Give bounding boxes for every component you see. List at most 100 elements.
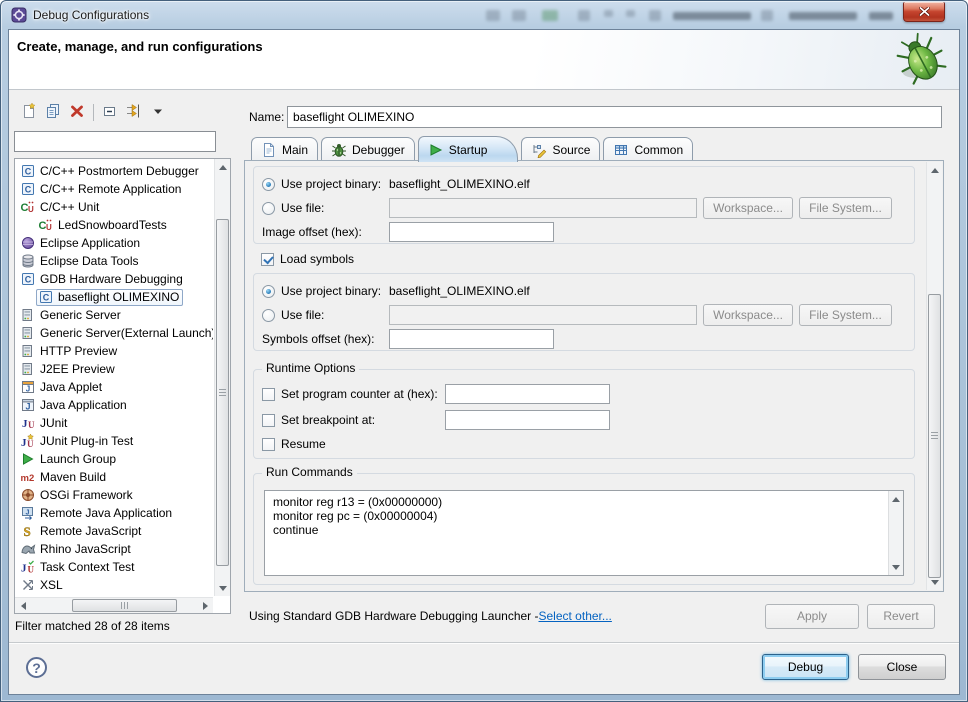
tree-item[interactable]: C C/C++ Postmortem Debugger xyxy=(15,162,213,180)
scroll-up-icon[interactable] xyxy=(888,491,904,507)
tab-startup[interactable]: Startup xyxy=(418,136,519,162)
collapse-all-button[interactable] xyxy=(98,101,122,123)
scroll-up-icon[interactable] xyxy=(215,159,231,175)
tab-label: Startup xyxy=(449,143,488,157)
tree-item[interactable]: JJava Application xyxy=(15,396,213,414)
scroll-right-icon[interactable] xyxy=(197,598,213,614)
runtime-options-group: Runtime Options Set program counter at (… xyxy=(253,369,915,459)
c-app-icon: C xyxy=(38,289,54,305)
tab-main[interactable]: Main xyxy=(251,137,318,161)
c-app-icon: C xyxy=(20,163,36,179)
set-program-counter-input[interactable] xyxy=(445,384,610,404)
tree-item[interactable]: Cbaseflight OLIMEXINO xyxy=(15,288,213,306)
tab-source[interactable]: Source xyxy=(521,137,600,161)
data-tools-icon xyxy=(20,253,36,269)
scroll-up-icon[interactable] xyxy=(927,162,943,178)
tree-item-label: C/C++ Postmortem Debugger xyxy=(40,164,199,178)
apply-button[interactable]: Apply xyxy=(765,604,859,629)
tree-item[interactable]: J2EE Preview xyxy=(15,360,213,378)
close-window-button[interactable] xyxy=(903,2,945,22)
tree-item[interactable]: Rhino JavaScript xyxy=(15,540,213,558)
file-system-button[interactable]: File System... xyxy=(799,197,892,219)
duplicate-configuration-button[interactable] xyxy=(41,101,65,123)
tree-item-label: JUnit Plug-in Test xyxy=(40,434,133,448)
load-symbols-row: Load symbols xyxy=(261,249,903,269)
tree-item[interactable]: Launch Group xyxy=(15,450,213,468)
symbols-use-project-binary-radio[interactable] xyxy=(262,285,275,298)
scrollbar-thumb[interactable] xyxy=(928,294,941,578)
tree-item[interactable]: OSGi Framework xyxy=(15,486,213,504)
set-breakpoint-input[interactable] xyxy=(445,410,610,430)
tab-common-icon xyxy=(613,142,629,158)
tree-item[interactable]: SRemote JavaScript xyxy=(15,522,213,540)
filter-input[interactable] xyxy=(14,131,216,152)
symbols-workspace-button[interactable]: Workspace... xyxy=(703,304,793,326)
symbols-offset-input[interactable] xyxy=(389,329,554,349)
tree-item[interactable]: JRemote Java Application xyxy=(15,504,213,522)
scroll-down-icon[interactable] xyxy=(927,574,943,590)
content-vertical-scrollbar[interactable] xyxy=(926,162,942,590)
run-commands-text[interactable]: monitor reg r13 = (0x00000000) monitor r… xyxy=(265,491,887,575)
delete-configuration-button[interactable] xyxy=(65,101,89,123)
applet-icon: J xyxy=(20,379,36,395)
set-breakpoint-label: Set breakpoint at: xyxy=(281,413,439,427)
tree-item[interactable]: CULedSnowboardTests xyxy=(15,216,213,234)
close-button[interactable]: Close xyxy=(858,654,946,680)
tab-common[interactable]: Common xyxy=(603,137,693,161)
java-app-icon: J xyxy=(20,397,36,413)
image-file-input[interactable] xyxy=(389,198,697,218)
tree-item[interactable]: JJava Applet xyxy=(15,378,213,396)
name-input[interactable] xyxy=(287,106,942,128)
set-program-counter-checkbox[interactable] xyxy=(262,388,275,401)
debug-button[interactable]: Debug xyxy=(762,654,849,680)
symbols-use-file-radio[interactable] xyxy=(262,309,275,322)
tree-item[interactable]: Eclipse Application xyxy=(15,234,213,252)
tree-vertical-scrollbar[interactable] xyxy=(214,159,230,596)
new-configuration-button[interactable] xyxy=(17,101,41,123)
filter-menu-dropdown[interactable] xyxy=(146,101,170,123)
select-other-link[interactable]: Select other... xyxy=(539,609,612,623)
tree-item-label: C/C++ Remote Application xyxy=(40,182,181,196)
tree-item[interactable]: JUJUnit Plug-in Test xyxy=(15,432,213,450)
tree-item[interactable]: JUTask Context Test xyxy=(15,558,213,576)
scroll-down-icon[interactable] xyxy=(888,559,904,575)
tree-item[interactable]: Eclipse Data Tools xyxy=(15,252,213,270)
symbols-file-input[interactable] xyxy=(389,305,697,325)
set-breakpoint-checkbox[interactable] xyxy=(262,414,275,427)
scroll-down-icon[interactable] xyxy=(215,580,231,596)
run-commands-textarea[interactable]: monitor reg r13 = (0x00000000) monitor r… xyxy=(264,490,904,576)
tree-item[interactable]: Generic Server xyxy=(15,306,213,324)
tree-item-label: baseflight OLIMEXINO xyxy=(58,290,179,304)
title-bar[interactable]: Debug Configurations xyxy=(1,1,967,29)
image-offset-input[interactable] xyxy=(389,222,554,242)
tree-item-label: Remote Java Application xyxy=(40,506,172,520)
scroll-left-icon[interactable] xyxy=(15,598,31,614)
tab-debugger[interactable]: Debugger xyxy=(321,137,415,161)
tree-item[interactable]: Generic Server(External Launch) xyxy=(15,324,213,342)
tree-item[interactable]: CC/C++ Remote Application xyxy=(15,180,213,198)
tree-item-label: Eclipse Application xyxy=(40,236,140,250)
tree-item[interactable]: HTTP Preview xyxy=(15,342,213,360)
help-button[interactable]: ? xyxy=(26,657,47,678)
scrollbar-thumb[interactable] xyxy=(72,599,177,612)
tree-horizontal-scrollbar[interactable] xyxy=(15,597,213,613)
tree-item[interactable]: XSL xyxy=(15,576,213,594)
tree-item[interactable]: CGDB Hardware Debugging xyxy=(15,270,213,288)
tree-item[interactable]: CUC/C++ Unit xyxy=(15,198,213,216)
tree-item[interactable]: JUJUnit xyxy=(15,414,213,432)
symbols-file-system-button[interactable]: File System... xyxy=(799,304,892,326)
scrollbar-thumb[interactable] xyxy=(216,219,229,566)
symbols-use-project-binary-label: Use project binary: xyxy=(281,284,383,298)
revert-button[interactable]: Revert xyxy=(867,604,935,629)
tree-item[interactable]: m2Maven Build xyxy=(15,468,213,486)
run-commands-scrollbar[interactable] xyxy=(888,491,903,575)
tab-label: Source xyxy=(552,143,590,157)
load-symbols-checkbox[interactable] xyxy=(261,253,274,266)
use-project-binary-radio[interactable] xyxy=(262,178,275,191)
symbols-offset-label: Symbols offset (hex): xyxy=(262,332,383,346)
filter-configurations-button[interactable] xyxy=(122,101,146,123)
use-file-radio[interactable] xyxy=(262,202,275,215)
workspace-button[interactable]: Workspace... xyxy=(703,197,793,219)
svg-text:U: U xyxy=(28,205,34,214)
resume-checkbox[interactable] xyxy=(262,438,275,451)
